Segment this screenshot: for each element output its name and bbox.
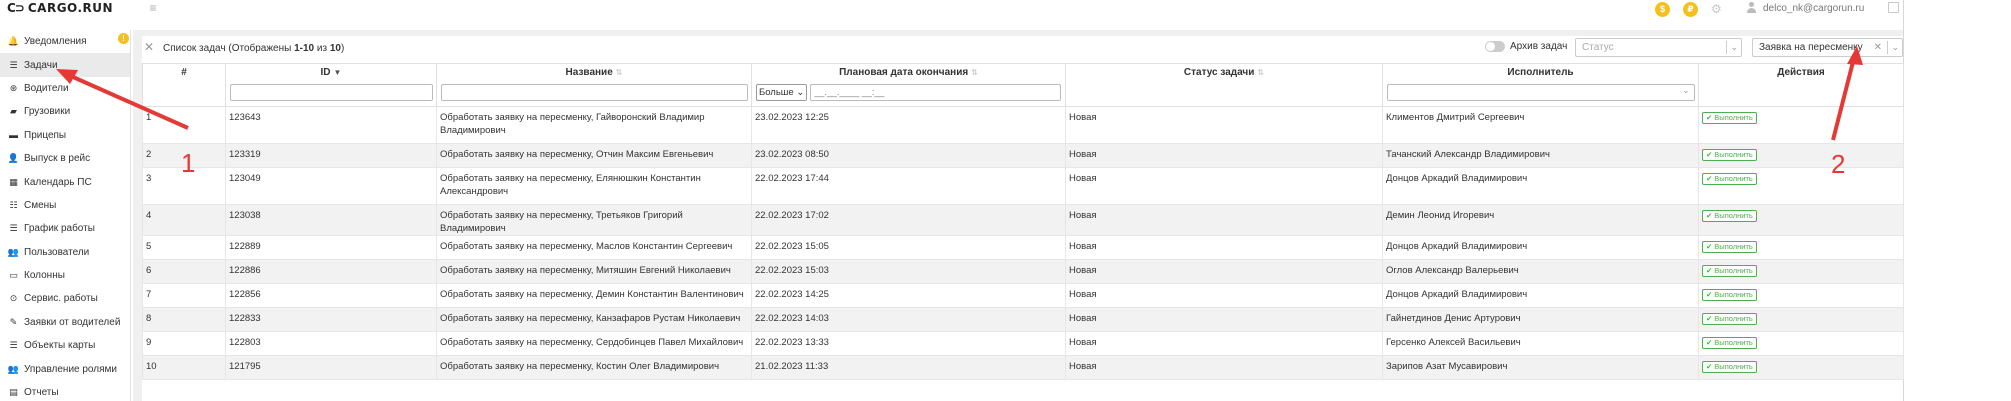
- annotation-label-1: 1: [181, 148, 196, 178]
- annotation-layer: [56, 46, 1863, 141]
- app-root: C⊃ CARGO.RUN ≡ $ ₽ ⚙ delco_nk@cargorun.r…: [0, 0, 2011, 401]
- arrow-1-line: [63, 71, 189, 130]
- arrow-2-line: [1831, 57, 1856, 141]
- annotation-label-2: 2: [1831, 149, 1846, 179]
- arrow-2-head: [1847, 46, 1863, 65]
